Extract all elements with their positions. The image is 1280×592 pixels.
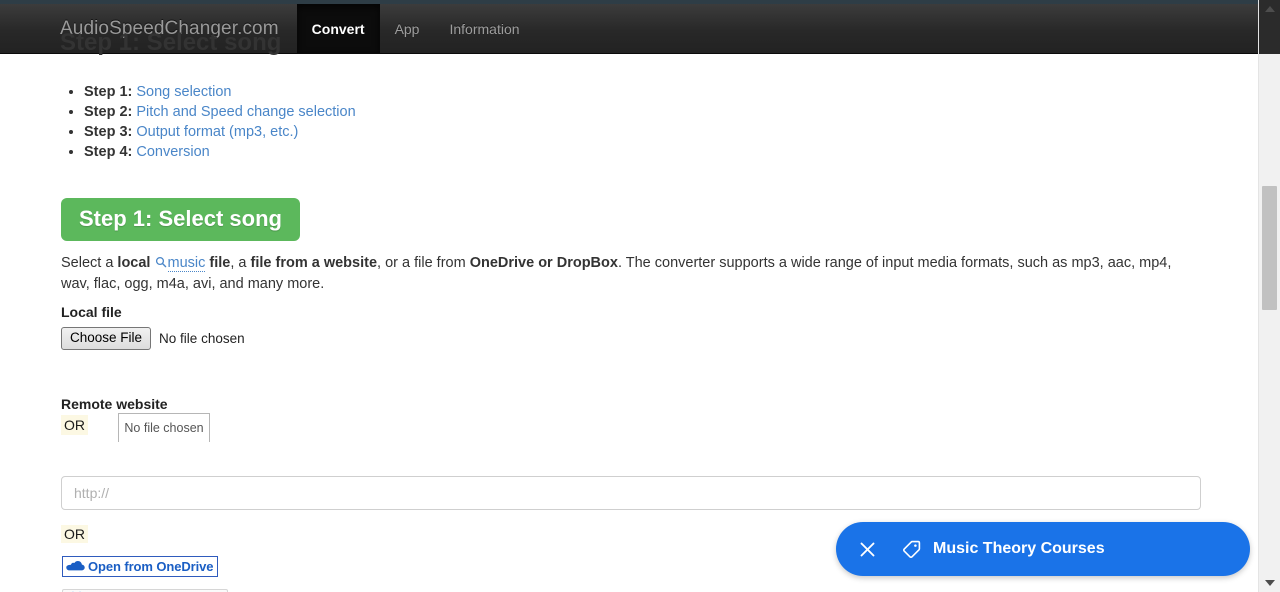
nav-item-app[interactable]: App	[380, 4, 435, 53]
local-file-label: Local file	[61, 304, 122, 320]
onedrive-cloud-icon	[66, 558, 85, 576]
page-content: Step 1: Select song Step 1: Song selecti…	[0, 29, 1258, 592]
desc-part-2: , a	[230, 255, 251, 271]
scrollbar-thumb[interactable]	[1262, 186, 1277, 310]
step-link-conversion[interactable]: Conversion	[136, 144, 209, 160]
step1-heading-badge: Step 1: Select song	[61, 198, 300, 241]
browser-viewport: AudioSpeedChanger.com Convert App Inform…	[0, 0, 1280, 592]
music-keyword-link[interactable]: music	[167, 255, 206, 272]
vertical-scrollbar[interactable]	[1258, 0, 1280, 592]
step-link-pitch-speed[interactable]: Pitch and Speed change selection	[136, 104, 355, 120]
local-file-row: Choose File No file chosen	[61, 327, 245, 350]
step-link-song-selection[interactable]: Song selection	[136, 84, 231, 100]
promo-banner-text: Music Theory Courses	[933, 540, 1105, 557]
or-divider-1: OR	[61, 415, 88, 435]
step-prefix: Step 4:	[84, 144, 133, 160]
step-prefix: Step 2:	[84, 104, 133, 120]
secondary-file-box[interactable]: No file chosen	[118, 413, 210, 442]
nav-item-convert[interactable]: Convert	[296, 4, 380, 53]
open-from-onedrive-button[interactable]: Open from OneDrive	[62, 556, 219, 577]
desc-part-1: Select a	[61, 255, 118, 271]
list-item: Step 4: Conversion	[84, 142, 356, 162]
local-file-status: No file chosen	[159, 331, 245, 346]
list-item: Step 2: Pitch and Speed change selection	[84, 102, 356, 122]
step1-description: Select a local music file, a file from a…	[61, 253, 1181, 294]
or-label: OR	[61, 525, 88, 543]
tag-icon	[902, 540, 921, 559]
step-link-output-format[interactable]: Output format (mp3, etc.)	[136, 124, 298, 140]
close-icon[interactable]	[854, 536, 880, 562]
desc-part-3: , or a file from	[377, 255, 470, 271]
desc-file-bold: file	[205, 255, 231, 271]
or-divider-2: OR	[61, 525, 88, 544]
choose-file-button[interactable]: Choose File	[61, 327, 152, 350]
list-item: Step 3: Output format (mp3, etc.)	[84, 122, 356, 142]
steps-list: Step 1: Song selection Step 2: Pitch and…	[60, 82, 356, 162]
onedrive-button-label: Open from OneDrive	[88, 559, 214, 574]
remote-website-label: Remote website	[61, 396, 168, 412]
page-title: Step 1: Select song	[60, 29, 282, 56]
desc-clouds-bold: OneDrive or DropBox	[469, 255, 618, 271]
search-icon	[155, 254, 167, 274]
nav-item-information[interactable]: Information	[434, 4, 534, 53]
remote-url-input[interactable]	[61, 476, 1201, 510]
desc-local-bold: local	[117, 255, 151, 271]
list-item: Step 1: Song selection	[84, 82, 356, 102]
scroll-down-arrow-icon[interactable]	[1259, 574, 1280, 592]
or-label: OR	[61, 415, 88, 435]
step-prefix: Step 3:	[84, 124, 133, 140]
desc-website-bold: file from a website	[250, 255, 378, 271]
scroll-up-arrow-icon[interactable]	[1259, 0, 1280, 18]
step-prefix: Step 1:	[84, 84, 133, 100]
promo-banner[interactable]: Music Theory Courses	[836, 522, 1250, 576]
